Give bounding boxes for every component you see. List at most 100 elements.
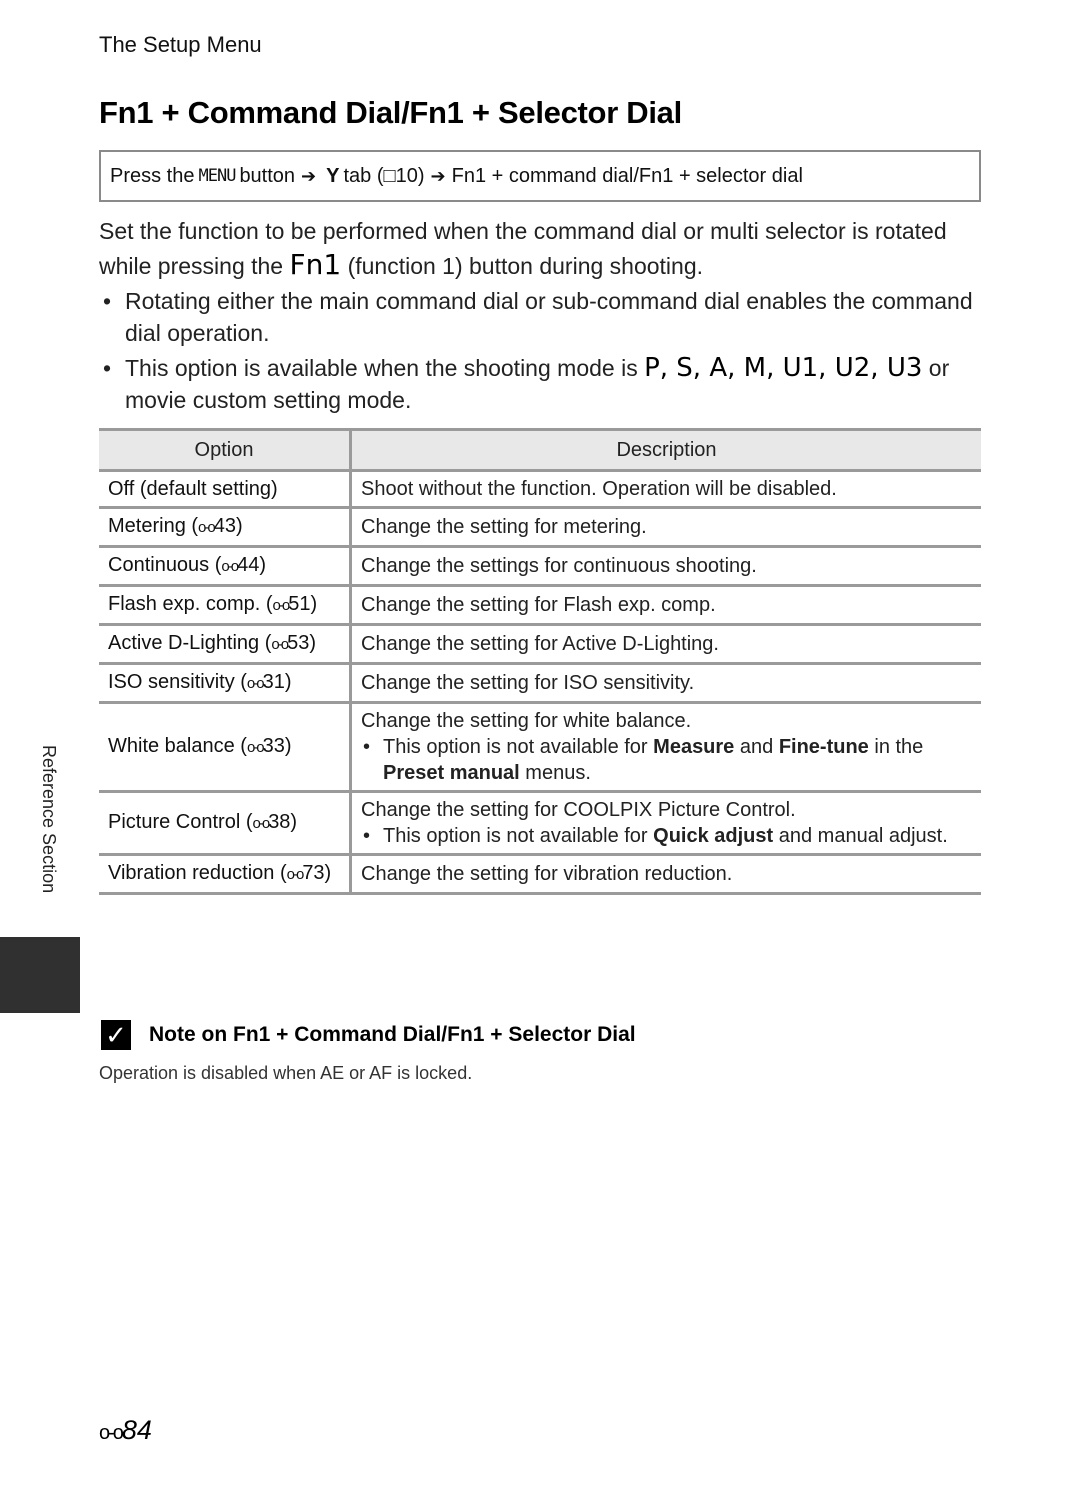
description-text: Change the setting for vibration reducti…	[361, 863, 733, 885]
option-cell: ISO sensitivity (o-o31)	[99, 663, 352, 704]
note-text: in the	[874, 736, 924, 758]
shooting-modes: P, S, A, M, U1, U2, U3	[644, 353, 923, 383]
emphasized-term: Fine-tune	[778, 736, 869, 758]
table-header-row: Option Description	[99, 428, 981, 472]
option-name: White balance (	[108, 735, 247, 757]
reference-section-icon: o-o	[246, 739, 265, 756]
reference-section-icon: o-o	[252, 815, 271, 832]
description-cell: Change the setting for ISO sensitivity.	[350, 663, 981, 704]
bullet-item: Rotating either the main command dial or…	[99, 285, 989, 349]
page-reference: 43)	[213, 515, 243, 537]
description-cell: Change the setting for metering.	[350, 507, 981, 548]
note-text: This option is not available for	[383, 825, 648, 847]
check-icon: ✓	[101, 1020, 131, 1050]
reference-section-icon: o-o	[198, 519, 216, 536]
section-side-label: Reference Section	[39, 745, 59, 894]
column-header-description: Description	[350, 428, 981, 472]
page-reference: 53)	[287, 632, 316, 654]
description-text: Change the setting for white balance.	[361, 710, 692, 732]
description-text: Change the setting for COOLPIX Picture C…	[361, 799, 796, 821]
bullet-text: This option is available when the shooti…	[125, 355, 638, 381]
option-name: Flash exp. comp. (	[108, 593, 273, 615]
description-text: Change the settings for continuous shoot…	[361, 555, 757, 577]
page-reference: 73)	[302, 862, 332, 884]
option-name: Off (default setting)	[108, 478, 278, 500]
option-name: Vibration reduction (	[108, 862, 287, 884]
page-title: Fn1 + Command Dial/Fn1 + Selector Dial	[99, 95, 682, 130]
table-row: Picture Control (o-o38) Change the settin…	[99, 791, 981, 856]
description-cell: Change the setting for Flash exp. comp.	[350, 585, 981, 626]
description-cell: Shoot without the function. Operation wi…	[350, 470, 981, 509]
description-note: This option is not available for Measure…	[361, 734, 972, 786]
options-table: Option Description Off (default setting)…	[99, 428, 981, 895]
option-name: Picture Control (	[108, 811, 253, 833]
page-number-value: 84	[121, 1415, 152, 1445]
page-reference: 38)	[268, 811, 298, 833]
option-cell: Flash exp. comp. (o-o51)	[99, 585, 352, 626]
table-row: Metering (o-o43) Change the setting for m…	[99, 507, 981, 548]
table-row: White balance (o-o33) Change the setting …	[99, 702, 981, 793]
option-cell: Picture Control (o-o38)	[99, 791, 352, 856]
nav-page-ref: 10)	[395, 164, 425, 187]
arrow-right-icon: ➔	[430, 165, 446, 186]
reference-section-icon: o-o	[272, 597, 291, 614]
option-name: Metering (	[108, 515, 199, 537]
description-cell: Change the settings for continuous shoot…	[350, 546, 981, 587]
reference-section-icon: o-o	[271, 636, 289, 653]
emphasized-term: Measure	[653, 736, 735, 758]
page-reference: 44)	[237, 554, 266, 576]
option-cell: Vibration reduction (o-o73)	[99, 854, 352, 895]
menu-navigation-path: Press the MENU button ➔ Y tab ( □ 10) ➔ …	[99, 150, 981, 202]
reference-section-icon: o-o	[246, 675, 265, 692]
option-cell: White balance (o-o33)	[99, 702, 352, 793]
note-text: and	[739, 736, 774, 758]
intro-bullets: Rotating either the main command dial or…	[99, 285, 989, 416]
option-name: ISO sensitivity (	[108, 671, 247, 693]
description-text: Change the setting for metering.	[361, 516, 647, 538]
description-note: This option is not available for Quick a…	[361, 823, 972, 849]
note-heading-text: Note on Fn1 + Command Dial/Fn1 + Selecto…	[149, 1023, 636, 1046]
intro-text-2: (function 1) button during shooting.	[347, 253, 704, 279]
intro-paragraph: Set the function to be performed when th…	[99, 214, 989, 283]
bullet-item: This option is available when the shooti…	[99, 352, 989, 416]
table-row: Active D-Lighting (o-o53) Change the sett…	[99, 624, 981, 665]
option-cell: Metering (o-o43)	[99, 507, 352, 548]
table-row: ISO sensitivity (o-o31) Change the settin…	[99, 663, 981, 704]
table-row: Off (default setting) Shoot without the f…	[99, 470, 981, 509]
menu-button-icon: MENU	[198, 166, 236, 186]
note-text: This option is not available for	[383, 736, 648, 758]
note-body: Operation is disabled when AE or AF is l…	[99, 1063, 473, 1083]
fn1-key-icon: Fn1	[289, 248, 342, 281]
page-reference: 31)	[262, 671, 292, 693]
option-name: Continuous (	[108, 554, 222, 576]
table-row: Flash exp. comp. (o-o51) Change the setti…	[99, 585, 981, 626]
page-number: o-o84	[99, 1415, 152, 1446]
note-text: menus.	[525, 762, 591, 784]
option-cell: Active D-Lighting (o-o53)	[99, 624, 352, 665]
option-cell: Off (default setting)	[99, 470, 352, 509]
description-text: Change the setting for Active D-Lighting…	[361, 633, 719, 655]
intro-section: Set the function to be performed when th…	[99, 214, 989, 419]
description-text: Shoot without the function. Operation wi…	[361, 478, 837, 500]
reference-section-icon: o-o	[286, 866, 305, 883]
note-text: and manual adjust.	[778, 825, 948, 847]
reference-section-icon: o-o	[99, 1422, 124, 1444]
emphasized-term: Preset manual	[383, 762, 520, 784]
reference-section-icon: o-o	[221, 558, 239, 575]
nav-button-text: button	[239, 164, 296, 187]
description-cell: Change the setting for vibration reducti…	[350, 854, 981, 895]
description-cell: Change the setting for Active D-Lighting…	[350, 624, 981, 665]
description-text: Change the setting for ISO sensitivity.	[361, 672, 695, 694]
book-icon: □	[383, 164, 396, 187]
column-header-option: Option	[99, 428, 352, 472]
table-row: Vibration reduction (o-o73) Change the se…	[99, 854, 981, 895]
wrench-icon: Y	[326, 164, 340, 187]
nav-press-text: Press the	[110, 164, 195, 187]
table-row: Continuous (o-o44) Change the settings fo…	[99, 546, 981, 587]
nav-tab-text: tab (	[343, 164, 384, 187]
arrow-right-icon: ➔	[301, 165, 317, 186]
description-cell: Change the setting for COOLPIX Picture C…	[350, 791, 981, 856]
description-text: Change the setting for Flash exp. comp.	[361, 594, 716, 616]
page-reference: 51)	[288, 593, 318, 615]
running-head: The Setup Menu	[99, 32, 262, 57]
